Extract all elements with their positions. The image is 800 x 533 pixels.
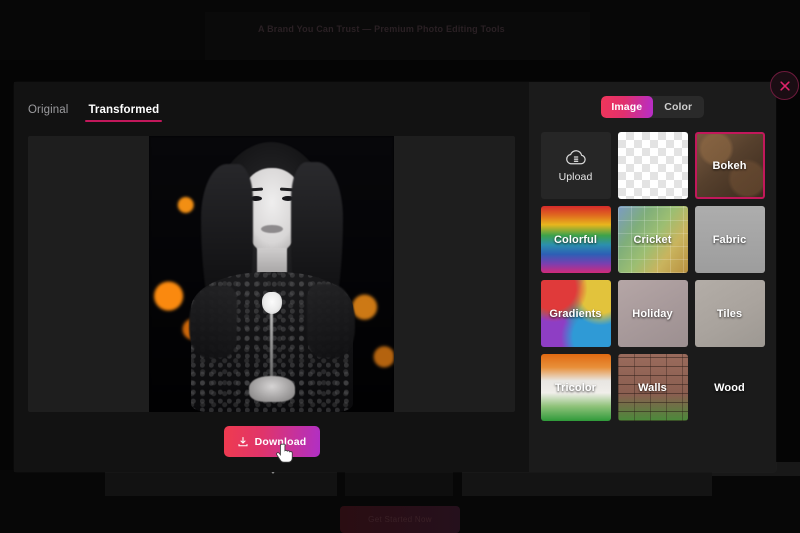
background-cta-label: Get Started Now: [368, 515, 432, 524]
photo-lips: [261, 225, 283, 233]
view-tabs: Original Transformed: [14, 82, 529, 122]
image-canvas[interactable]: [28, 136, 515, 412]
backgrounds-panel: Image Color Upload Bokeh Colorful Cricke…: [529, 82, 776, 472]
background-swatch-grid: Upload Bokeh Colorful Cricket Fabric Gra…: [540, 132, 765, 421]
swatch-transparent[interactable]: [617, 132, 688, 199]
swatch-colorful-label: Colorful: [554, 233, 597, 246]
editor-pane: Original Transformed Download: [14, 82, 529, 472]
swatch-colorful[interactable]: Colorful: [540, 206, 611, 273]
swatch-fabric-label: Fabric: [712, 233, 747, 246]
download-button-row: Download: [14, 426, 529, 463]
photo-shoulder-right: [307, 284, 355, 358]
photo-hands: [249, 376, 295, 402]
download-button-label: Download: [254, 435, 307, 448]
tab-original[interactable]: Original: [28, 104, 68, 122]
transformed-photo: [149, 136, 394, 412]
swatch-tricolor[interactable]: Tricolor: [540, 354, 611, 421]
background-cta-button: Get Started Now: [340, 506, 460, 533]
swatch-wood-label: Wood: [714, 381, 745, 394]
swatch-walls[interactable]: Walls: [617, 354, 688, 421]
swatch-fabric[interactable]: Fabric: [694, 206, 765, 273]
swatch-bokeh[interactable]: Bokeh: [694, 132, 765, 199]
background-card-left: [105, 470, 337, 496]
editor-modal: Original Transformed Download Image Colo…: [14, 82, 776, 472]
swatch-holiday[interactable]: Holiday: [617, 280, 688, 347]
close-modal-button[interactable]: [770, 71, 799, 100]
background-card-right: [462, 470, 712, 496]
photo-rose: [262, 292, 282, 314]
swatch-tricolor-label: Tricolor: [554, 381, 597, 394]
swatch-gradients[interactable]: Gradients: [540, 280, 611, 347]
download-icon: [238, 436, 248, 446]
segment-image[interactable]: Image: [601, 96, 653, 118]
photo-rose-stem: [270, 312, 273, 386]
download-button[interactable]: Download: [223, 426, 320, 463]
swatch-cricket[interactable]: Cricket: [617, 206, 688, 273]
swatch-upload-label: Upload: [558, 170, 593, 183]
swatch-tiles[interactable]: Tiles: [694, 280, 765, 347]
swatch-walls-label: Walls: [638, 381, 667, 394]
app-root: A Brand You Can Trust — Premium Photo Ed…: [0, 0, 800, 533]
swatch-wood[interactable]: Wood: [695, 354, 765, 421]
background-topbar: [205, 12, 590, 64]
segment-color[interactable]: Color: [653, 96, 705, 118]
close-icon: [779, 80, 790, 91]
cloud-upload-icon: [565, 149, 586, 164]
background-card-middle: [345, 470, 453, 496]
tab-transformed[interactable]: Transformed: [85, 104, 162, 122]
panel-mode-toggle: Image Color: [601, 96, 704, 118]
swatch-holiday-label: Holiday: [632, 307, 673, 320]
swatch-upload[interactable]: Upload: [540, 132, 611, 199]
swatch-tiles-label: Tiles: [716, 307, 743, 320]
swatch-bokeh-label: Bokeh: [712, 159, 747, 172]
background-topbar-text: A Brand You Can Trust — Premium Photo Ed…: [258, 24, 505, 34]
photo-shoulder-left: [189, 286, 237, 358]
swatch-gradients-label: Gradients: [549, 307, 602, 320]
swatch-cricket-label: Cricket: [633, 233, 672, 246]
